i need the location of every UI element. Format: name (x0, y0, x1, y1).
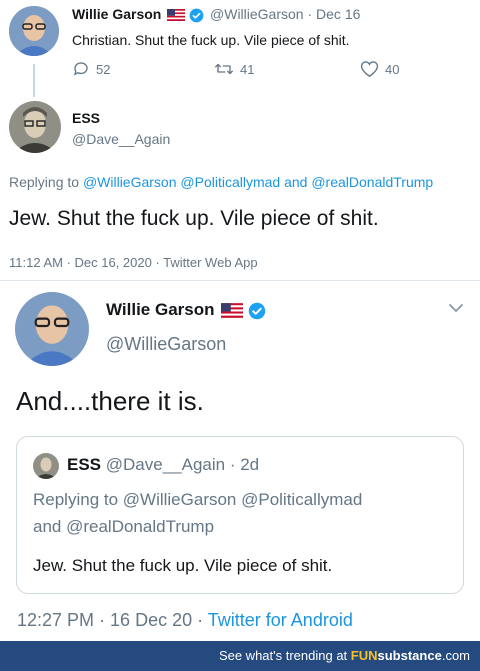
heart-icon (360, 61, 379, 77)
like-button[interactable]: 40 (360, 60, 399, 78)
reply-icon (73, 62, 88, 76)
retweet-button[interactable]: 41 (214, 60, 254, 78)
avatar-willie-garson-2[interactable] (15, 292, 89, 366)
quote-replying-line1: Replying to @WillieGarson @Politicallyma… (33, 490, 363, 509)
us-flag-icon (221, 303, 244, 318)
tweet2-handle[interactable]: @WillieGarson (106, 334, 226, 355)
quote-avatar (33, 453, 59, 479)
tweet2-source[interactable]: Twitter for Android (208, 610, 353, 630)
section-divider (0, 280, 480, 281)
tweet1-author-name[interactable]: Willie Garson (72, 6, 161, 22)
quote-text: Jew. Shut the fuck up. Vile piece of shi… (33, 556, 333, 575)
reply-timestamp[interactable]: 11:12 AM · Dec 16, 2020 · Twitter Web Ap… (9, 255, 258, 270)
verified-badge-icon (248, 302, 266, 319)
tweet2-time-date[interactable]: 12:27 PM · 16 Dec 20 · (17, 610, 203, 630)
reply-replying-to: Replying to @WillieGarson @Politicallyma… (9, 174, 433, 190)
avatar-willie-garson[interactable] (9, 6, 59, 56)
tweet1-handle[interactable]: @WillieGarson (210, 6, 304, 22)
footer-brand: FUNsubstance.com (350, 648, 470, 663)
quote-replying-line2: and @realDonaldTrump (33, 517, 215, 536)
quote-handle-date: @Dave__Again · 2d (105, 455, 260, 474)
quoted-tweet[interactable]: ESS @Dave__Again · 2d Replying to @Willi… (16, 436, 464, 594)
footer-text: See what's trending at (218, 648, 348, 663)
reply-text: Jew. Shut the fuck up. Vile piece of shi… (9, 207, 379, 230)
tweet2-author-name[interactable]: Willie Garson (106, 300, 214, 319)
reply-button[interactable]: 52 (72, 60, 110, 78)
like-count: 40 (385, 61, 400, 77)
reply-count: 52 (96, 61, 111, 77)
verified-badge-icon (189, 8, 204, 23)
tweet1-date[interactable]: · Dec 16 (307, 6, 360, 22)
reply-handle[interactable]: @Dave__Again (72, 131, 170, 147)
avatar-ess[interactable] (9, 101, 61, 153)
replying-to-label: Replying to (9, 174, 80, 190)
retweet-count: 41 (240, 61, 255, 77)
quote-author-name: ESS (67, 455, 102, 474)
funsubstance-footer[interactable]: See what's trending at FUNsubstance.com (0, 641, 480, 671)
replying-to-mentions[interactable]: @WillieGarson @Politicallymad and @realD… (83, 174, 433, 190)
thread-connector-line (33, 64, 35, 97)
tweet2-text: And....there it is. (16, 386, 204, 416)
retweet-icon (215, 63, 233, 75)
tweet1-text: Christian. Shut the fuck up. Vile piece … (72, 32, 350, 48)
chevron-down-icon[interactable] (448, 302, 464, 314)
reply-author-name[interactable]: ESS (72, 110, 100, 126)
us-flag-icon (167, 9, 186, 22)
